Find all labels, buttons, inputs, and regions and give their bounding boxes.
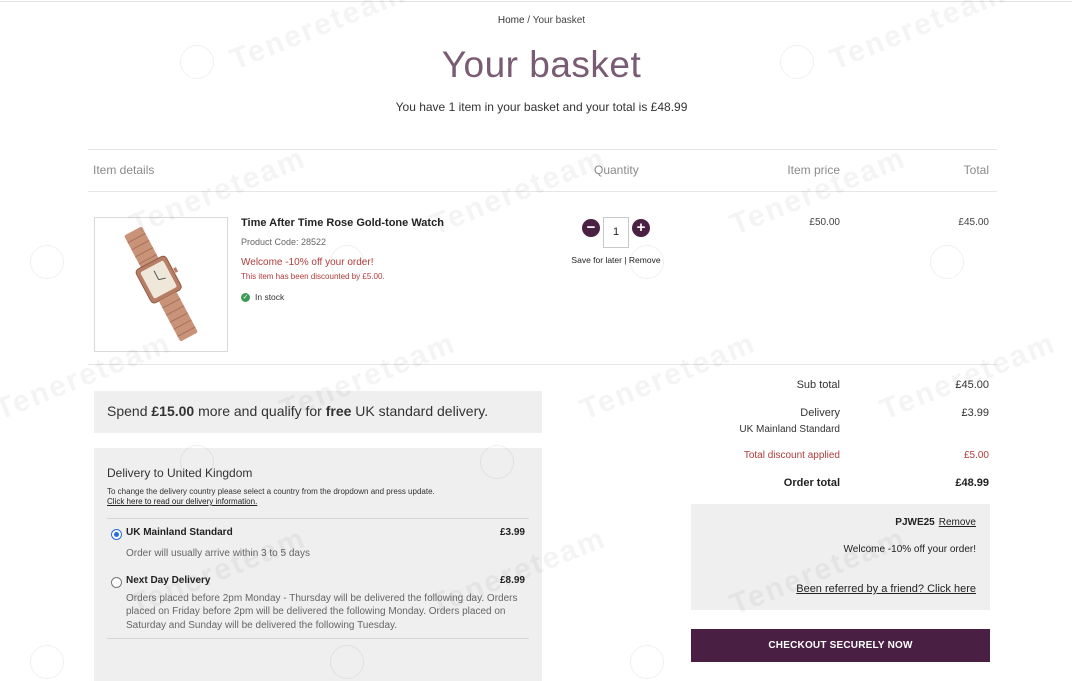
- promo-message: Welcome -10% off your order!: [241, 257, 374, 268]
- watermark-text: Tenereteam: [575, 326, 760, 427]
- save-for-later-link[interactable]: Save for later: [571, 255, 622, 265]
- checkout-button[interactable]: CHECKOUT SECURELY NOW: [691, 629, 990, 662]
- product-name[interactable]: Time After Time Rose Gold-tone Watch: [241, 217, 444, 229]
- top-divider: [0, 1, 1072, 2]
- voucher-code-row: PJWE25 Remove: [895, 517, 976, 528]
- delivery-option-uk-standard[interactable]: UK Mainland Standard £3.99 Order will us…: [107, 527, 529, 561]
- header-item-price: Item price: [787, 163, 840, 177]
- delivery-divider: [107, 518, 529, 519]
- delivery-info-link[interactable]: Click here to read our delivery informat…: [107, 497, 529, 506]
- product-image[interactable]: [94, 217, 228, 352]
- subtotal-value: £45.00: [955, 379, 989, 391]
- subtotal-label: Sub total: [796, 379, 840, 391]
- remove-item-link[interactable]: Remove: [629, 255, 661, 265]
- banner-free: free: [325, 403, 352, 419]
- delivery-option-next-day[interactable]: Next Day Delivery £8.99 Orders placed be…: [107, 575, 529, 633]
- banner-amount: £15.00: [151, 403, 195, 419]
- option-price: £8.99: [499, 574, 525, 586]
- quantity-increase-button[interactable]: +: [632, 219, 650, 237]
- order-total-value: £48.99: [955, 477, 989, 489]
- header-quantity: Quantity: [594, 163, 639, 177]
- discount-value: £5.00: [963, 450, 989, 461]
- table-bottom-divider: [88, 364, 997, 365]
- stock-label: In stock: [255, 292, 285, 302]
- delivery-options-panel: Delivery to United Kingdom To change the…: [94, 448, 542, 681]
- item-price: £50.00: [809, 217, 840, 228]
- check-icon: ✓: [241, 292, 250, 302]
- remove-voucher-link[interactable]: Remove: [939, 517, 976, 528]
- header-total: Total: [963, 163, 989, 177]
- delivery-divider: [107, 638, 529, 639]
- breadcrumb-separator: /: [524, 15, 533, 26]
- item-total: £45.00: [958, 217, 989, 228]
- banner-prefix: Spend: [107, 403, 152, 419]
- option-description: Order will usually arrive within 3 to 5 …: [126, 548, 310, 559]
- banner-middle: more and qualify for: [194, 403, 326, 419]
- watch-image: [124, 227, 198, 341]
- option-price: £3.99: [499, 527, 525, 538]
- watermark-logo-icon: [930, 245, 964, 279]
- watermark-logo-icon: [30, 645, 64, 679]
- quantity-decrease-button[interactable]: −: [582, 219, 600, 237]
- delivery-label: Delivery: [800, 407, 840, 419]
- referral-link[interactable]: Been referred by a friend? Click here: [796, 583, 976, 595]
- voucher-panel: PJWE25 Remove Welcome -10% off your order…: [691, 504, 990, 610]
- delivery-value: £3.99: [961, 407, 989, 419]
- breadcrumb-current: Your basket: [532, 15, 586, 26]
- table-header-divider: [88, 191, 997, 192]
- stock-status: ✓ In stock: [241, 292, 284, 302]
- radio-uk-standard[interactable]: [111, 529, 122, 540]
- header-item-details: Item details: [93, 163, 155, 177]
- item-actions: Save for later | Remove: [565, 255, 667, 265]
- option-description: Orders placed before 2pm Monday - Thursd…: [126, 592, 518, 631]
- basket-summary: You have 1 item in your basket and your …: [395, 100, 688, 114]
- order-total-label: Order total: [783, 477, 840, 489]
- quantity-input[interactable]: 1: [603, 217, 629, 248]
- delivery-method-label: UK Mainland Standard: [739, 424, 840, 435]
- free-delivery-banner: Spend £15.00 more and qualify for free U…: [94, 391, 542, 433]
- voucher-description: Welcome -10% off your order!: [843, 544, 976, 555]
- breadcrumb: Home / Your basket: [0, 15, 1072, 26]
- delivery-title: Delivery to United Kingdom: [107, 466, 253, 480]
- voucher-code: PJWE25: [895, 517, 935, 528]
- page-title: Your basket: [441, 44, 642, 85]
- option-name: Next Day Delivery: [126, 574, 211, 586]
- breadcrumb-home-link[interactable]: Home: [498, 15, 525, 26]
- radio-next-day[interactable]: [111, 576, 122, 588]
- discount-label: Total discount applied: [743, 450, 840, 461]
- actions-separator: |: [621, 255, 629, 265]
- banner-suffix: UK standard delivery.: [351, 403, 489, 419]
- watermark-logo-icon: [30, 245, 64, 279]
- watermark-logo-icon: [630, 645, 664, 679]
- product-code: Product Code: 28522: [241, 237, 327, 247]
- table-top-divider: [88, 149, 997, 150]
- delivery-note: To change the delivery country please se…: [107, 487, 435, 496]
- discount-message: This item has been discounted by £5.00.: [241, 272, 385, 281]
- option-name: UK Mainland Standard: [126, 527, 233, 538]
